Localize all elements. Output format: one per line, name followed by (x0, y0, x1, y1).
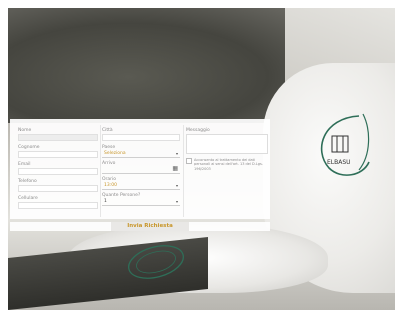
brand-logo-secondary (128, 245, 184, 279)
paese-select[interactable]: Seleziona ▾ (102, 151, 180, 158)
calendar-icon[interactable]: ▦ (172, 166, 178, 172)
orario-value: 13:00 (104, 183, 117, 188)
cognome-input[interactable] (18, 151, 98, 158)
logo-text: ELBASU (327, 159, 351, 166)
column-divider (100, 125, 101, 217)
submit-button[interactable]: Invia Richiesta (111, 222, 189, 231)
chevron-down-icon: ▾ (175, 151, 178, 156)
cellulare-input[interactable] (18, 202, 98, 209)
citta-input[interactable] (102, 134, 180, 141)
telefono-input[interactable] (18, 185, 98, 192)
form-column-1: Nome Cognome Email Telefono Cellulare (18, 119, 98, 209)
nome-input[interactable] (18, 134, 98, 141)
email-input[interactable] (18, 168, 98, 175)
orario-select[interactable]: 13:00 ▾ (102, 183, 180, 190)
column-divider (183, 125, 184, 217)
submit-bar: Invia Richiesta (10, 222, 270, 231)
paese-value: Seleziona (104, 151, 126, 156)
chevron-down-icon: ▾ (175, 183, 178, 188)
consent-checkbox[interactable] (186, 158, 192, 164)
form-column-3: Messaggio Acconsento al trattamento dei … (186, 119, 268, 172)
consent-text: Acconsento al trattamento dei dati perso… (194, 158, 263, 171)
consent-row: Acconsento al trattamento dei dati perso… (186, 158, 268, 172)
brand-logo: ELBASU (320, 113, 370, 176)
contact-form: Nome Cognome Email Telefono Cellulare Ci… (10, 119, 270, 219)
persone-value: 1 (104, 199, 107, 204)
arrivo-input[interactable]: ▦ (102, 166, 180, 174)
persone-select[interactable]: 1 ▾ (102, 199, 180, 206)
form-column-2: Città Paese Seleziona ▾ Arrivo ▦ Orario … (102, 119, 180, 206)
messaggio-textarea[interactable] (186, 134, 268, 154)
chevron-down-icon: ▾ (175, 199, 178, 204)
background-dark-fabric (8, 8, 308, 123)
